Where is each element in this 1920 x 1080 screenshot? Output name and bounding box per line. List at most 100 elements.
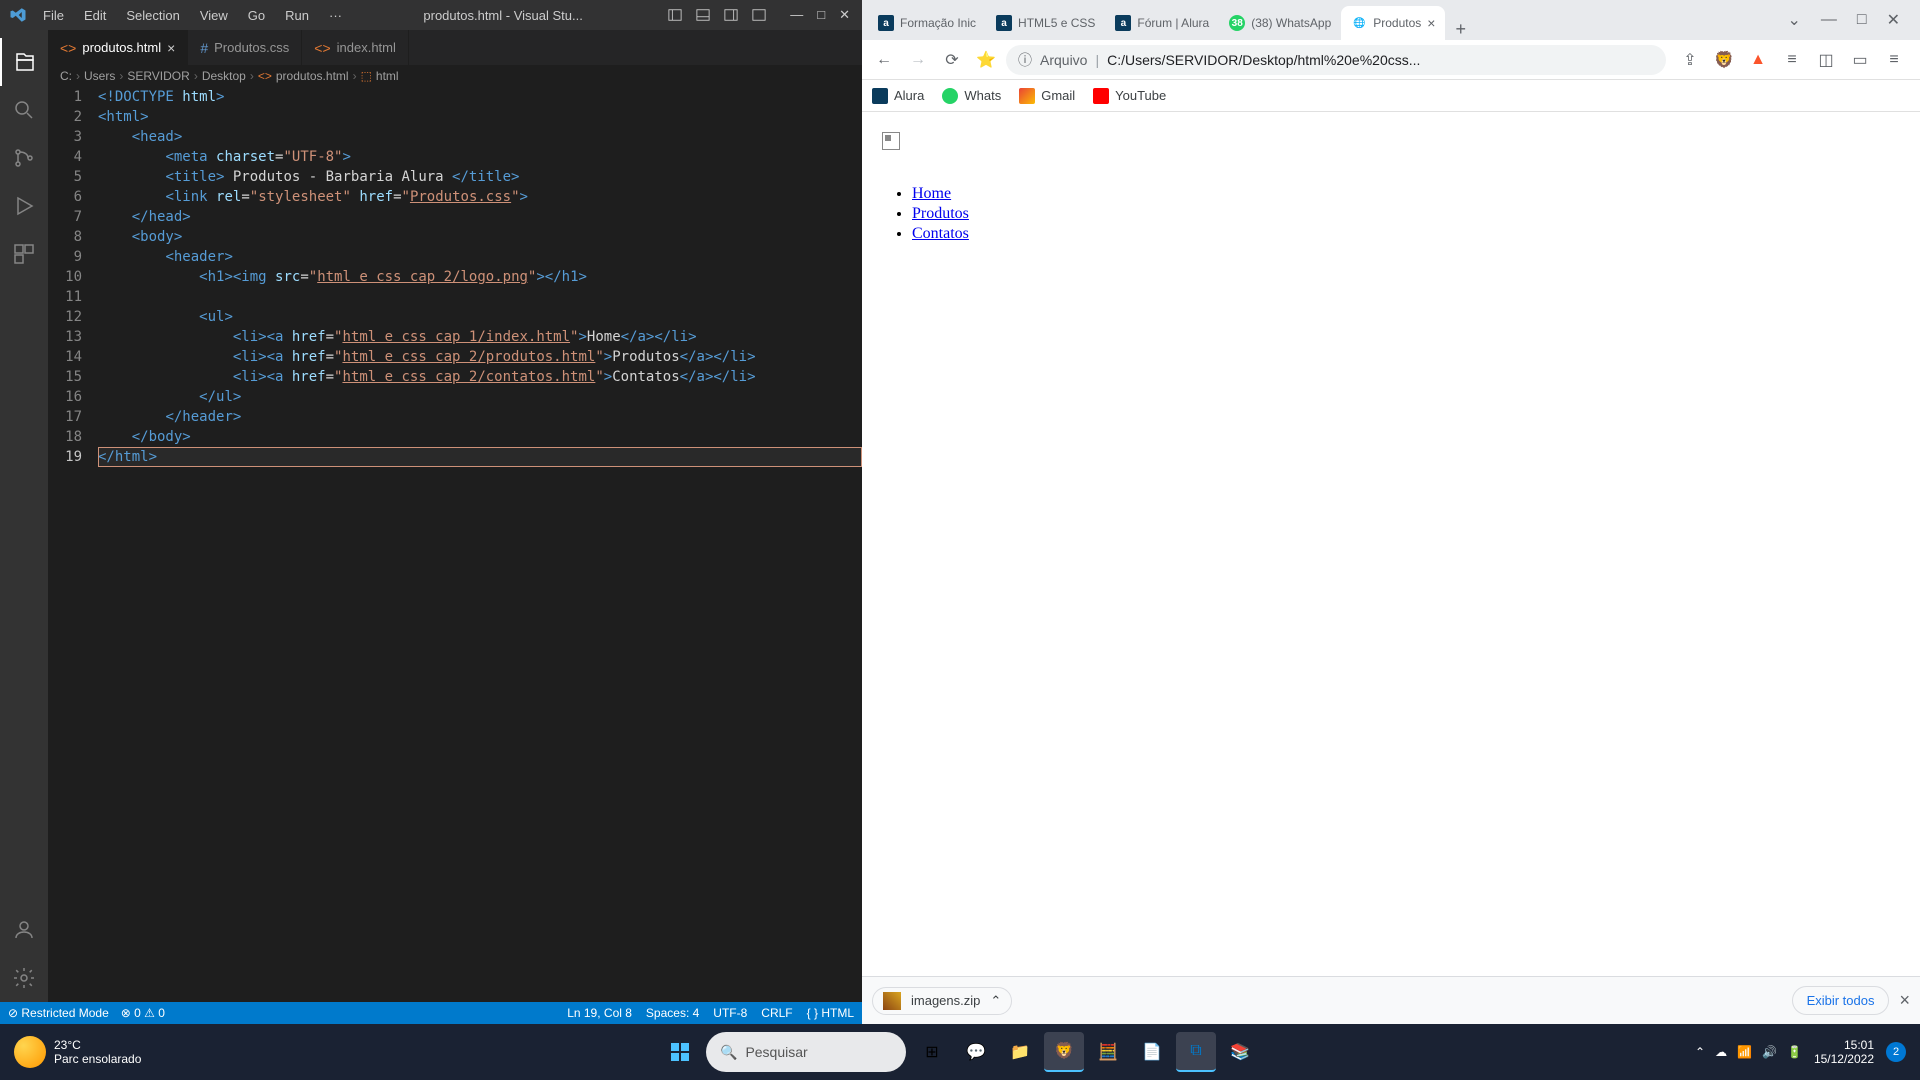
start-button[interactable] [660, 1032, 700, 1072]
notepad-icon[interactable]: 📄 [1132, 1032, 1172, 1072]
show-all-downloads-button[interactable]: Exibir todos [1792, 986, 1890, 1015]
menu-more[interactable]: ··· [321, 4, 350, 27]
wifi-icon[interactable]: 📶 [1737, 1045, 1752, 1059]
bc-segment[interactable]: Users [84, 69, 115, 83]
browser-tab-active[interactable]: 🌐Produtos× [1341, 6, 1445, 40]
code-content[interactable]: <!DOCTYPE html> <html> <head> <meta char… [98, 87, 862, 1002]
battery-icon[interactable]: 🔋 [1787, 1045, 1802, 1059]
brave-rewards-icon[interactable]: ▲ [1746, 48, 1770, 72]
task-view-icon[interactable]: ⊞ [912, 1032, 952, 1072]
search-icon[interactable] [0, 86, 48, 134]
browser-tab[interactable]: aFórum | Alura [1105, 6, 1219, 40]
maximize-button[interactable]: □ [817, 7, 825, 23]
link-produtos[interactable]: Produtos [912, 205, 969, 222]
brave-icon[interactable]: 🦁 [1044, 1032, 1084, 1072]
new-tab-button[interactable]: + [1445, 19, 1476, 40]
reading-list-icon[interactable]: ≡ [1780, 48, 1804, 72]
tab-produtos-css[interactable]: # Produtos.css [188, 30, 302, 65]
layout-icon[interactable] [752, 8, 766, 22]
run-debug-icon[interactable] [0, 182, 48, 230]
menu-selection[interactable]: Selection [118, 4, 187, 27]
settings-icon[interactable] [0, 954, 48, 1002]
close-button[interactable]: ✕ [1887, 10, 1900, 30]
code-editor[interactable]: 12345678910111213141516171819 <!DOCTYPE … [48, 87, 862, 1002]
encoding[interactable]: UTF-8 [713, 1006, 747, 1020]
panel-bottom-icon[interactable] [696, 8, 710, 22]
menu-file[interactable]: File [35, 4, 72, 27]
source-control-icon[interactable] [0, 134, 48, 182]
bookmark-button[interactable]: ⭐ [972, 46, 1000, 74]
cursor-position[interactable]: Ln 19, Col 8 [567, 1006, 632, 1020]
indentation[interactable]: Spaces: 4 [646, 1006, 699, 1020]
download-item[interactable]: imagens.zip ⌃ [872, 987, 1012, 1015]
bookmark-whats[interactable]: Whats [942, 88, 1001, 104]
browser-tab[interactable]: aFormação Inic [868, 6, 986, 40]
account-icon[interactable] [0, 906, 48, 954]
explorer-icon[interactable]: 📁 [1000, 1032, 1040, 1072]
bookmark-gmail[interactable]: Gmail [1019, 88, 1075, 104]
language-mode[interactable]: { } HTML [807, 1006, 854, 1020]
chevron-up-icon[interactable]: ⌃ [990, 993, 1001, 1009]
tab-label: Formação Inic [900, 16, 976, 30]
bookmark-youtube[interactable]: YouTube [1093, 88, 1166, 104]
vscode-icon[interactable]: ⧉ [1176, 1032, 1216, 1072]
panel-left-icon[interactable] [668, 8, 682, 22]
bc-segment[interactable]: SERVIDOR [127, 69, 189, 83]
explorer-icon[interactable] [0, 38, 48, 86]
volume-icon[interactable]: 🔊 [1762, 1045, 1777, 1059]
link-contatos[interactable]: Contatos [912, 225, 969, 242]
bc-segment[interactable]: Desktop [202, 69, 246, 83]
tab-close-icon[interactable]: × [1427, 15, 1435, 31]
brave-shields-icon[interactable]: 🦁 [1712, 48, 1736, 72]
bc-segment[interactable]: produtos.html [276, 69, 349, 83]
link-home[interactable]: Home [912, 185, 951, 202]
notification-badge[interactable]: 2 [1886, 1042, 1906, 1062]
close-button[interactable]: ✕ [839, 7, 850, 23]
dropdown-icon[interactable]: ⌄ [1788, 10, 1801, 30]
menu-edit[interactable]: Edit [76, 4, 114, 27]
site-info-icon[interactable]: ⓘ [1018, 50, 1032, 70]
sidebar-icon[interactable]: ◫ [1814, 48, 1838, 72]
window-controls: — □ ✕ [778, 7, 862, 23]
css-file-icon: # [200, 40, 208, 56]
browser-tab[interactable]: 38(38) WhatsApp [1219, 6, 1341, 40]
calculator-icon[interactable]: 🧮 [1088, 1032, 1128, 1072]
tab-index-html[interactable]: <> index.html [302, 30, 409, 65]
forward-button[interactable]: → [904, 46, 932, 74]
reload-button[interactable]: ⟳ [938, 46, 966, 74]
extensions-icon[interactable] [0, 230, 48, 278]
close-downloads-icon[interactable]: × [1899, 990, 1910, 1011]
wallet-icon[interactable]: ▭ [1848, 48, 1872, 72]
maximize-button[interactable]: □ [1857, 11, 1867, 29]
winrar-icon[interactable]: 📚 [1220, 1032, 1260, 1072]
browser-tab[interactable]: aHTML5 e CSS [986, 6, 1105, 40]
chevron-up-icon[interactable]: ⌃ [1695, 1045, 1705, 1059]
weather-widget[interactable]: 23°C Parc ensolarado [0, 1036, 155, 1068]
bc-segment[interactable]: html [376, 69, 399, 83]
breadcrumb[interactable]: C:› Users› SERVIDOR› Desktop› <> produto… [48, 65, 862, 87]
taskbar-search[interactable]: 🔍 Pesquisar [706, 1032, 906, 1072]
panel-right-icon[interactable] [724, 8, 738, 22]
menu-icon[interactable]: ≡ [1882, 48, 1906, 72]
minimize-button[interactable]: — [1821, 11, 1837, 29]
bookmark-alura[interactable]: Alura [872, 88, 924, 104]
clock[interactable]: 15:01 15/12/2022 [1814, 1038, 1874, 1066]
onedrive-icon[interactable]: ☁ [1715, 1045, 1727, 1059]
tab-produtos-html[interactable]: <> produtos.html × [48, 30, 188, 65]
menu-go[interactable]: Go [240, 4, 273, 27]
minimize-button[interactable]: — [790, 7, 803, 23]
back-button[interactable]: ← [870, 46, 898, 74]
teams-icon[interactable]: 💬 [956, 1032, 996, 1072]
menu-view[interactable]: View [192, 4, 236, 27]
line-gutter: 12345678910111213141516171819 [48, 87, 98, 1002]
restricted-mode[interactable]: ⊘ Restricted Mode [8, 1006, 109, 1020]
gmail-icon [1019, 88, 1035, 104]
eol[interactable]: CRLF [761, 1006, 792, 1020]
tab-close-icon[interactable]: × [167, 40, 175, 56]
share-icon[interactable]: ⇪ [1678, 48, 1702, 72]
problems[interactable]: ⊗ 0 ⚠ 0 [121, 1006, 165, 1020]
menu-run[interactable]: Run [277, 4, 317, 27]
address-bar[interactable]: ⓘ Arquivo | C:/Users/SERVIDOR/Desktop/ht… [1006, 45, 1666, 75]
bc-segment[interactable]: C: [60, 69, 72, 83]
tray-icons[interactable]: ⌃ ☁ 📶 🔊 🔋 [1695, 1045, 1802, 1059]
